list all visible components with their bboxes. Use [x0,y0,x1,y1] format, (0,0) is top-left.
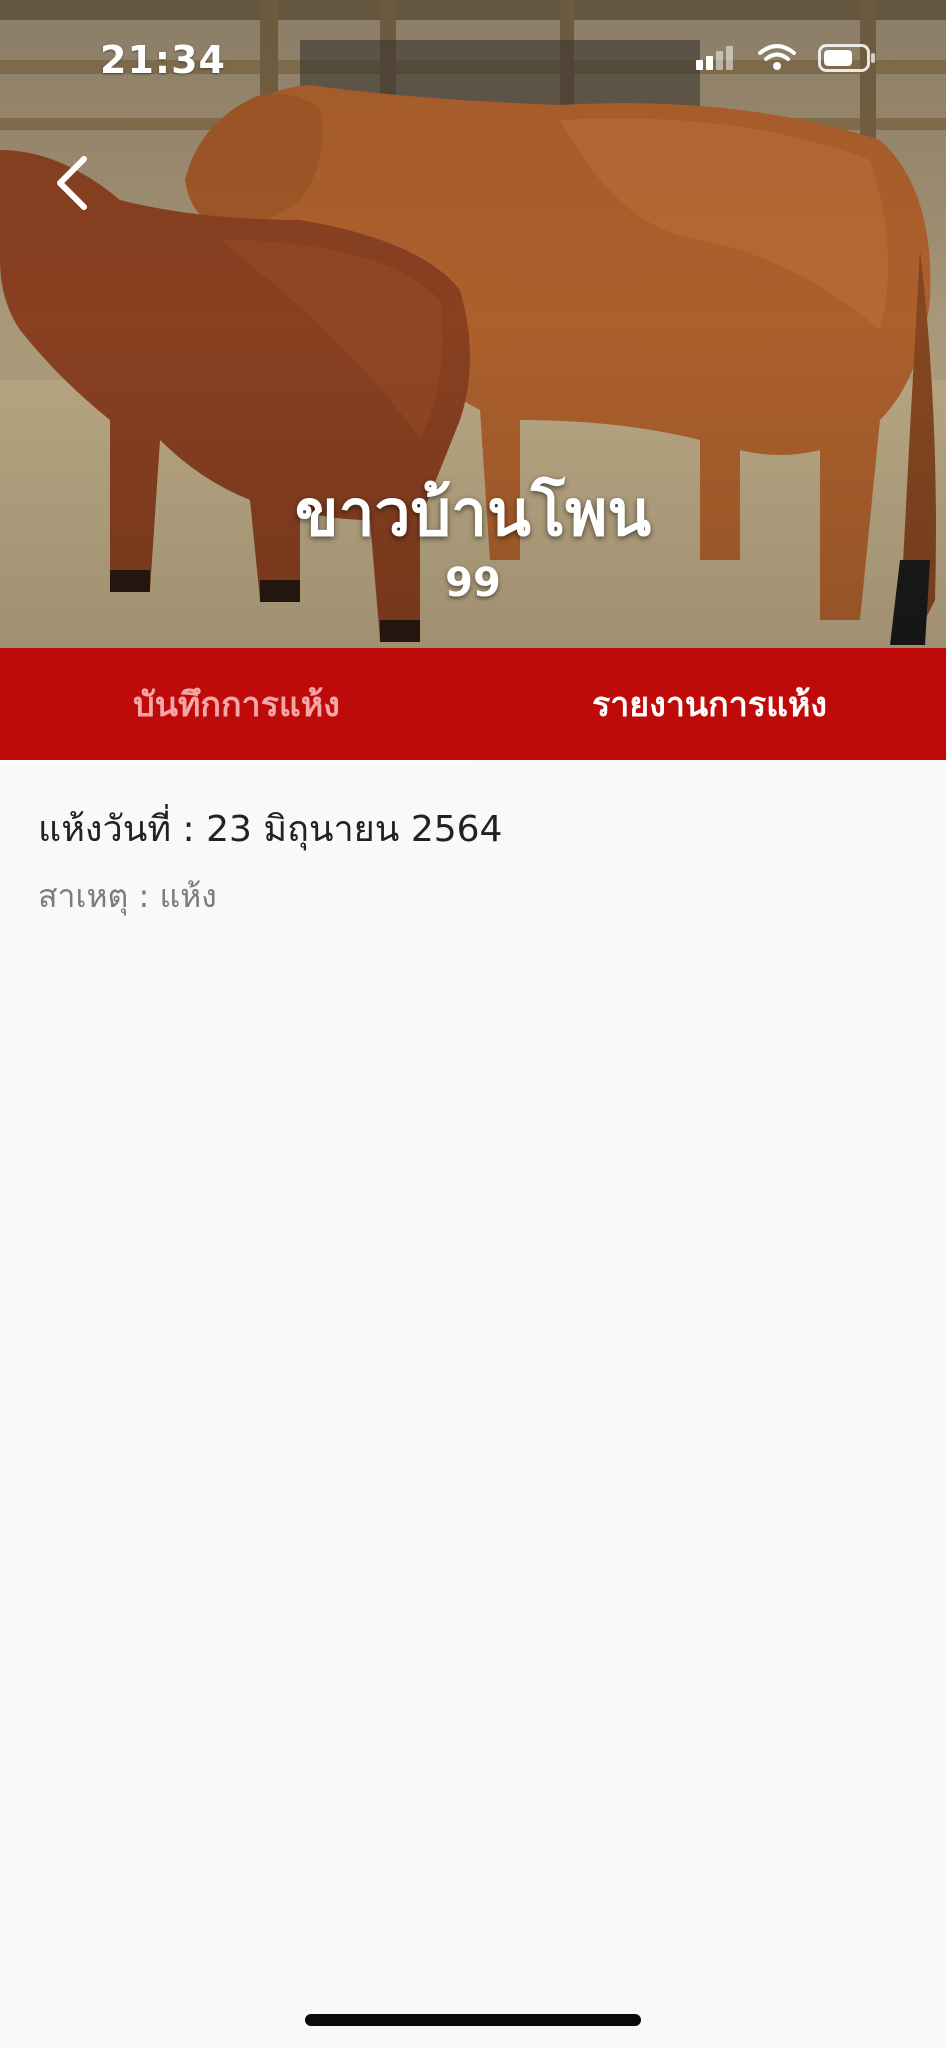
cellular-signal-icon [696,46,733,70]
home-indicator [305,2014,641,2026]
tab-bar: บันทึกการแห้ง รายงานการแห้ง [0,648,946,764]
tab-record-dry[interactable]: บันทึกการแห้ง [0,648,473,764]
dry-reason-text: สาเหตุ : แห้ง [38,877,217,915]
status-time: 21:34 [100,38,226,82]
tab-record-dry-indicator [0,760,473,764]
tab-report-dry-label: รายงานการแห้ง [591,685,828,725]
tab-report-dry[interactable]: รายงานการแห้ง [473,648,946,760]
animal-number: 99 [445,560,501,606]
list-item[interactable]: แห้งวันที่ : 23 มิถุนายน 2564 สาเหตุ : แ… [38,800,908,922]
wifi-icon [758,44,796,70]
dry-date-text: แห้งวันที่ : 23 มิถุนายน 2564 [38,809,503,850]
back-button[interactable] [44,150,100,216]
chevron-left-icon [57,156,87,210]
dry-record-list: แห้งวันที่ : 23 มิถุนายน 2564 สาเหตุ : แ… [38,800,908,922]
status-icons [696,44,876,72]
animal-name: ขาวบ้านโพน [294,477,652,551]
tab-record-dry-label: บันทึกการแห้ง [133,685,340,725]
hero-photo: 21:34 ขาวบ้านโพน 99 [0,0,946,648]
battery-icon [818,44,875,72]
